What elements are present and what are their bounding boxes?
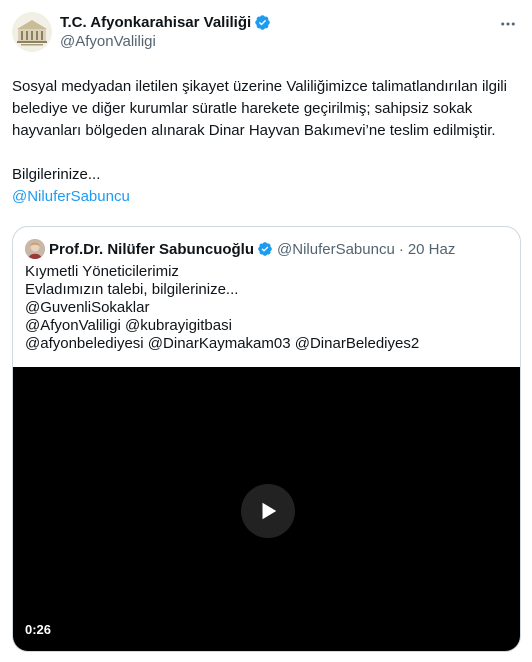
quoted-text-line: @GuvenliSokaklar bbox=[25, 299, 150, 316]
mention-link[interactable]: @NiluferSabuncu bbox=[12, 186, 520, 208]
verified-badge-icon[interactable] bbox=[254, 14, 271, 31]
quoted-tweet-header: Prof.Dr. Nilüfer Sabuncuoğlu @NiluferSab… bbox=[13, 227, 520, 259]
play-icon bbox=[262, 502, 277, 520]
author-name-row: T.C. Afyonkarahisar Valiliği bbox=[60, 12, 271, 32]
video-duration: 0:26 bbox=[25, 622, 52, 637]
author-info: T.C. Afyonkarahisar Valiliği @AfyonValil… bbox=[60, 12, 271, 52]
governorship-logo-icon bbox=[17, 20, 47, 46]
quoted-verified-badge-icon[interactable] bbox=[257, 241, 273, 257]
author-name[interactable]: T.C. Afyonkarahisar Valiliği bbox=[60, 14, 251, 31]
video-player[interactable]: 0:26 bbox=[13, 367, 520, 651]
quoted-author-handle[interactable]: @NiluferSabuncu bbox=[277, 241, 395, 258]
quoted-text-line: @afyonbelediyesi @DinarKaymakam03 @Dinar… bbox=[25, 335, 420, 352]
author-handle[interactable]: @AfyonValiligi bbox=[60, 32, 271, 52]
quoted-author-name[interactable]: Prof.Dr. Nilüfer Sabuncuoğlu bbox=[49, 241, 254, 258]
quoted-tweet-date[interactable]: 20 Haz bbox=[408, 241, 456, 258]
play-button[interactable] bbox=[241, 484, 295, 538]
quoted-text-line: Kıymetli Yöneticilerimiz bbox=[25, 263, 179, 280]
author-avatar[interactable] bbox=[12, 12, 52, 52]
quoted-text-line: @AfyonValiligi @kubrayigitbasi bbox=[25, 317, 232, 334]
quoted-tweet[interactable]: Prof.Dr. Nilüfer Sabuncuoğlu @NiluferSab… bbox=[12, 226, 521, 652]
tweet-header: T.C. Afyonkarahisar Valiliği @AfyonValil… bbox=[12, 12, 520, 60]
more-options-icon[interactable] bbox=[498, 14, 518, 34]
tweet-signoff: Bilgilerinize... bbox=[12, 166, 101, 183]
separator-dot: · bbox=[398, 240, 404, 258]
quoted-tweet-text: Kıymetli Yöneticilerimiz Evladımızın tal… bbox=[13, 259, 520, 353]
quoted-text-line: Evladımızın talebi, bilgilerinize... bbox=[25, 281, 239, 298]
quoted-author-avatar[interactable] bbox=[25, 239, 45, 259]
tweet-body: Sosyal medyadan iletilen şikayet üzerine… bbox=[12, 78, 507, 139]
tweet-card: T.C. Afyonkarahisar Valiliği @AfyonValil… bbox=[0, 0, 532, 662]
